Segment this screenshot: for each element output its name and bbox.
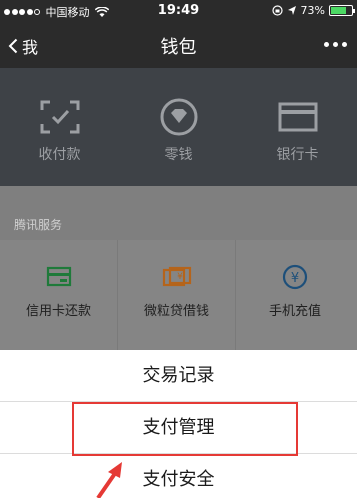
sheet-item-payment-security[interactable]: 支付安全 xyxy=(0,454,357,498)
loan-icon: ¥ xyxy=(118,264,235,290)
wallet-item-change[interactable]: 零钱 xyxy=(119,98,238,164)
annotation-arrow-icon xyxy=(96,462,122,498)
nav-bar: 我 钱包 xyxy=(0,22,357,68)
battery-icon xyxy=(329,5,355,16)
svg-text:¥: ¥ xyxy=(177,272,183,282)
wallet-item-pay[interactable]: 收付款 xyxy=(0,98,119,164)
sheet-item-transaction-records[interactable]: 交易记录 xyxy=(0,350,357,402)
diamond-coin-icon xyxy=(119,98,238,136)
page-title: 钱包 xyxy=(160,37,197,58)
location-icon xyxy=(287,6,296,15)
svg-text:¥: ¥ xyxy=(291,271,299,286)
wallet-header: 收付款 零钱 银行卡 xyxy=(0,68,357,186)
services-grid: 信用卡还款 ¥ 微粒贷借钱 ¥ 手机充值 xyxy=(0,240,357,350)
credit-card-icon xyxy=(0,264,117,290)
wallet-item-bankcard[interactable]: 银行卡 xyxy=(238,98,357,164)
annotation-highlight-box xyxy=(72,402,298,456)
more-button[interactable] xyxy=(324,42,347,47)
bank-card-icon xyxy=(238,98,357,136)
service-credit-card-repay[interactable]: 信用卡还款 xyxy=(0,240,118,350)
scan-pay-icon xyxy=(0,98,119,136)
status-bar: 中国移动 19:49 73% xyxy=(0,0,357,22)
yuan-recharge-icon: ¥ xyxy=(236,264,354,290)
service-mobile-recharge[interactable]: ¥ 手机充值 xyxy=(236,240,354,350)
rotation-lock-icon xyxy=(271,5,283,16)
section-header-tencent-services: 腾讯服务 xyxy=(0,210,357,240)
battery-percent: 73% xyxy=(300,4,325,17)
service-loan[interactable]: ¥ 微粒贷借钱 xyxy=(118,240,236,350)
